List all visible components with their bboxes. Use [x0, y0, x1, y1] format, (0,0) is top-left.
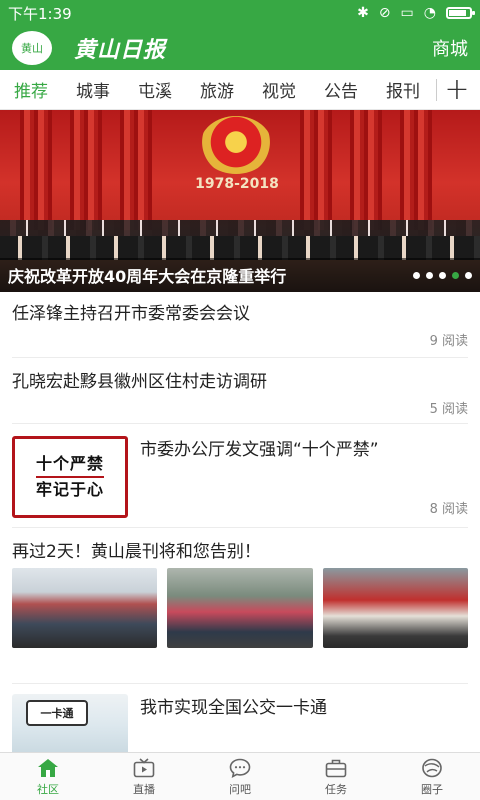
app-header: 黄山 黄山日报 商城: [0, 26, 480, 70]
nav-task[interactable]: 任务: [288, 753, 384, 800]
carousel-dots: [413, 271, 472, 279]
photo-strip: [12, 568, 468, 648]
wifi-icon: ◔: [423, 5, 436, 21]
nav-circle[interactable]: 圈子: [384, 753, 480, 800]
news-photo: [322, 568, 468, 648]
bluetooth-icon: ✱: [357, 5, 369, 21]
banner-years: 1978-2018: [195, 176, 279, 192]
category-tabs: 推荐 城事 屯溪 旅游 视觉 公告 报刊 +: [0, 70, 480, 110]
carousel-dot[interactable]: [465, 271, 472, 279]
tab-travel[interactable]: 旅游: [186, 70, 248, 110]
news-title: 再过2天！黄山晨刊将和您告别！: [12, 542, 261, 562]
nav-label: 圈子: [421, 782, 443, 796]
nav-live[interactable]: 直播: [96, 753, 192, 800]
thumb-line: 牢记于心: [35, 480, 104, 499]
news-title: 任泽锋主持召开市委常委会会议: [12, 304, 250, 324]
nav-ask[interactable]: 问吧: [192, 753, 288, 800]
bottom-nav: 社区 直播 问吧 任务 圈子: [0, 752, 480, 800]
curtain-decoration: [20, 110, 52, 230]
news-title: 我市实现全国公交一卡通: [140, 698, 327, 718]
curtain-decoration: [120, 110, 152, 230]
thumb-line: 十个严禁: [35, 452, 104, 478]
banner-caption: 庆祝改革开放40周年大会在京隆重举行: [0, 258, 480, 292]
nav-label: 直播: [133, 782, 155, 796]
news-thumbnail: 十个严禁 牢记于心: [12, 436, 128, 518]
news-item[interactable]: 十个严禁 牢记于心 市委办公厅发文强调“十个严禁” 8 阅读: [12, 424, 468, 528]
battery-icon: [446, 7, 475, 19]
mute-icon: ⊘: [378, 5, 391, 21]
circle-icon: [421, 757, 443, 779]
app-logo: 黄山日报: [74, 37, 167, 63]
tab-tunxi[interactable]: 屯溪: [124, 70, 186, 110]
shop-button[interactable]: 商城: [432, 35, 468, 61]
read-count: 9 阅读: [429, 334, 468, 349]
curtain-decoration: [400, 110, 432, 230]
plus-icon: +: [444, 72, 470, 107]
tab-recommend[interactable]: 推荐: [0, 70, 62, 110]
banner-front-row: [0, 236, 480, 260]
news-title: 市委办公厅发文强调“十个严禁”: [140, 440, 379, 460]
tab-newspaper[interactable]: 报刊: [372, 70, 434, 110]
read-count: 5 阅读: [429, 402, 468, 417]
read-count: 8 阅读: [429, 502, 468, 517]
news-thumbnail: 一卡通: [12, 694, 128, 756]
home-icon: [37, 757, 59, 779]
tab-city[interactable]: 城事: [62, 70, 124, 110]
tab-visual[interactable]: 视觉: [248, 70, 310, 110]
logo-badge: 黄山: [12, 31, 52, 65]
curtain-decoration: [70, 110, 102, 230]
news-item[interactable]: 一卡通 我市实现全国公交一卡通: [12, 684, 468, 756]
chat-icon: [229, 757, 251, 779]
top-banner[interactable]: 1978-2018 庆祝改革开放40周年大会在京隆重举行: [0, 110, 480, 292]
national-emblem: [200, 116, 272, 174]
status-time: 下午1:39: [8, 4, 72, 23]
nav-community[interactable]: 社区: [0, 753, 96, 800]
sim-icon: ▭: [400, 5, 414, 21]
bus-card-graphic: 一卡通: [26, 700, 88, 726]
carousel-dot[interactable]: [426, 271, 433, 279]
banner-title: 庆祝改革开放40周年大会在京隆重举行: [8, 267, 287, 286]
briefcase-icon: [325, 757, 347, 779]
tv-icon: [133, 757, 155, 779]
tab-notice[interactable]: 公告: [310, 70, 372, 110]
carousel-dot[interactable]: [413, 271, 420, 279]
curtain-decoration: [350, 110, 382, 230]
nav-label: 任务: [325, 782, 347, 796]
curtain-decoration: [300, 110, 332, 230]
news-title: 孔晓宏赴黟县徽州区住村走访调研: [12, 372, 267, 392]
add-tab-button[interactable]: +: [437, 70, 477, 110]
status-icons: ✱ ⊘ ▭ ◔: [357, 5, 475, 21]
news-photo: [12, 568, 158, 648]
news-item[interactable]: 任泽锋主持召开市委常委会会议 9 阅读: [12, 292, 468, 358]
news-item[interactable]: 孔晓宏赴黟县徽州区住村走访调研 5 阅读: [12, 358, 468, 424]
nav-label: 社区: [37, 782, 59, 796]
carousel-dot[interactable]: [439, 271, 446, 279]
nav-label: 问吧: [229, 782, 251, 796]
carousel-dot-active[interactable]: [452, 271, 459, 279]
status-bar: 下午1:39 ✱ ⊘ ▭ ◔: [0, 0, 480, 26]
news-photo: [167, 568, 313, 648]
